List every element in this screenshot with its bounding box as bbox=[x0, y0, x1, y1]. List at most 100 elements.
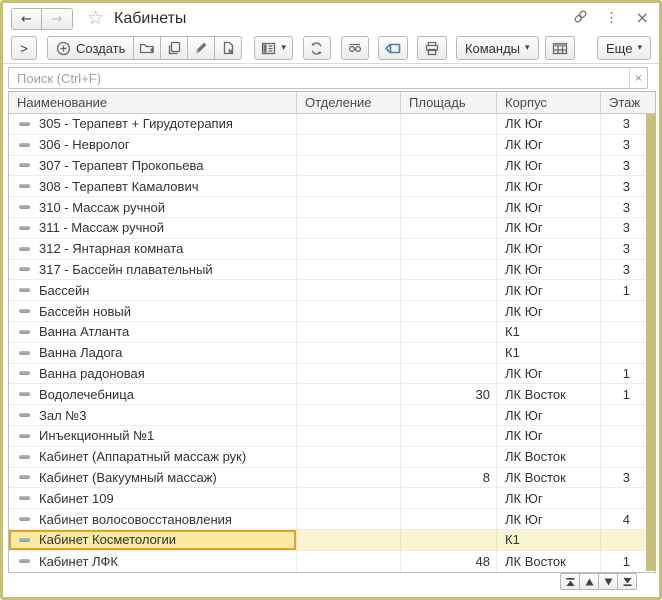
room-department bbox=[297, 218, 401, 238]
table-row[interactable]: 306 - Невролог ЛК Юг 3 bbox=[9, 135, 647, 156]
room-floor bbox=[601, 343, 647, 363]
search-field: × bbox=[8, 67, 648, 89]
list-view-mode-button[interactable]: ▾ bbox=[254, 36, 293, 60]
edit-pencil-button[interactable] bbox=[187, 36, 215, 60]
copy-button[interactable] bbox=[160, 36, 188, 60]
table-row[interactable]: 317 - Бассейн плавательный ЛК Юг 3 bbox=[9, 260, 647, 281]
room-name: Инъекционный №1 bbox=[39, 428, 154, 443]
list-item-dash-icon bbox=[19, 288, 30, 292]
table-body: 305 - Терапевт + Гирудотерапия ЛК Юг 3 3… bbox=[9, 114, 647, 572]
room-department bbox=[297, 468, 401, 488]
room-department bbox=[297, 364, 401, 384]
function-panel-toggle-button[interactable]: > bbox=[11, 36, 37, 60]
chevron-down-icon: ▾ bbox=[525, 44, 530, 53]
back-button[interactable]: ← bbox=[11, 8, 42, 30]
table-row[interactable]: Бассейн новый ЛК Юг bbox=[9, 301, 647, 322]
table-row[interactable]: Зал №3 ЛК Юг bbox=[9, 405, 647, 426]
table-row[interactable]: Кабинет (Вакуумный массаж) 8 ЛК Восток 3 bbox=[9, 468, 647, 489]
go-next-row-button[interactable] bbox=[598, 573, 618, 590]
room-department bbox=[297, 426, 401, 446]
room-floor: 3 bbox=[601, 218, 647, 238]
find-button[interactable] bbox=[341, 36, 369, 60]
list-item-dash-icon bbox=[19, 455, 30, 459]
list-item-dash-icon bbox=[19, 122, 30, 126]
table-row[interactable]: 312 - Янтарная комната ЛК Юг 3 bbox=[9, 239, 647, 260]
table-settings-button[interactable] bbox=[545, 36, 575, 60]
table-row[interactable]: Ванна радоновая ЛК Юг 1 bbox=[9, 364, 647, 385]
list-item-dash-icon bbox=[19, 413, 30, 417]
table-row[interactable]: 307 - Терапевт Прокопьева ЛК Юг 3 bbox=[9, 156, 647, 177]
room-department bbox=[297, 176, 401, 196]
commands-button[interactable]: Команды ▾ bbox=[456, 36, 539, 60]
room-department bbox=[297, 551, 401, 572]
table-row[interactable]: Ванна Атланта К1 bbox=[9, 322, 647, 343]
room-name: Бассейн bbox=[39, 283, 89, 298]
room-building: ЛК Восток bbox=[497, 551, 601, 572]
room-area bbox=[401, 280, 497, 300]
table-row[interactable]: 305 - Терапевт + Гирудотерапия ЛК Юг 3 bbox=[9, 114, 647, 135]
forward-button[interactable]: → bbox=[42, 8, 73, 30]
room-floor: 3 bbox=[601, 176, 647, 196]
room-building: ЛК Юг bbox=[497, 260, 601, 280]
table-row[interactable]: Кабинет Косметологии К1 bbox=[9, 530, 647, 551]
rooms-table: Наименование Отделение Площадь Корпус Эт… bbox=[8, 91, 656, 573]
room-building: ЛК Восток bbox=[497, 468, 601, 488]
table-row[interactable]: Кабинет ЛФК 48 ЛК Восток 1 bbox=[9, 551, 647, 572]
go-first-row-button[interactable] bbox=[560, 573, 580, 590]
room-name: 311 - Массаж ручной bbox=[39, 220, 164, 235]
favorite-star-icon[interactable]: ☆ bbox=[87, 9, 104, 28]
list-edit-group: Создать bbox=[47, 36, 242, 60]
vertical-scrollbar[interactable] bbox=[646, 114, 655, 571]
room-area bbox=[401, 218, 497, 238]
table-row[interactable]: Ванна Ладога К1 bbox=[9, 343, 647, 364]
room-area bbox=[401, 301, 497, 321]
table-row[interactable]: Кабинет 109 ЛК Юг bbox=[9, 488, 647, 509]
column-header-floor[interactable]: Этаж bbox=[601, 92, 655, 113]
column-header-area[interactable]: Площадь bbox=[401, 92, 497, 113]
close-icon[interactable]: × bbox=[636, 10, 649, 26]
chevron-down-icon: ▾ bbox=[281, 44, 286, 53]
search-clear-icon[interactable]: × bbox=[629, 68, 647, 88]
room-building: ЛК Юг bbox=[497, 218, 601, 238]
room-area bbox=[401, 509, 497, 529]
room-floor: 4 bbox=[601, 509, 647, 529]
create-button[interactable]: Создать bbox=[47, 36, 134, 60]
column-header-building[interactable]: Корпус bbox=[497, 92, 601, 113]
table-row[interactable]: Бассейн ЛК Юг 1 bbox=[9, 280, 647, 301]
column-header-name[interactable]: Наименование bbox=[9, 92, 297, 113]
set-period-toggle-button[interactable] bbox=[378, 36, 408, 60]
room-area bbox=[401, 405, 497, 425]
room-building: ЛК Юг bbox=[497, 176, 601, 196]
create-group-button[interactable] bbox=[133, 36, 161, 60]
room-floor: 3 bbox=[601, 135, 647, 155]
more-button-label: Еще bbox=[606, 41, 632, 56]
table-row[interactable]: Кабинет (Аппаратный массаж рук) ЛК Восто… bbox=[9, 447, 647, 468]
mark-deletion-button[interactable] bbox=[214, 36, 242, 60]
table-row[interactable]: 311 - Массаж ручной ЛК Юг 3 bbox=[9, 218, 647, 239]
list-item-dash-icon bbox=[19, 267, 30, 271]
list-item-dash-icon bbox=[19, 184, 30, 188]
table-row[interactable]: 310 - Массаж ручной ЛК Юг 3 bbox=[9, 197, 647, 218]
room-name: Кабинет волосовосстановления bbox=[39, 512, 232, 527]
room-area bbox=[401, 447, 497, 467]
link-icon[interactable] bbox=[573, 9, 588, 27]
table-row[interactable]: Инъекционный №1 ЛК Юг bbox=[9, 426, 647, 447]
room-department bbox=[297, 530, 401, 550]
menu-dots-icon[interactable]: ⋮ bbox=[605, 11, 619, 25]
room-area bbox=[401, 156, 497, 176]
refresh-button[interactable] bbox=[303, 36, 331, 60]
print-button[interactable] bbox=[417, 36, 447, 60]
title-bar: ← → ☆ Кабинеты ⋮ × bbox=[3, 3, 659, 33]
room-building: ЛК Юг bbox=[497, 364, 601, 384]
room-name: 317 - Бассейн плавательный bbox=[39, 262, 213, 277]
search-input[interactable] bbox=[9, 68, 629, 88]
more-button[interactable]: Еще ▾ bbox=[597, 36, 651, 60]
room-department bbox=[297, 322, 401, 342]
go-last-row-button[interactable] bbox=[617, 573, 637, 590]
table-row[interactable]: Кабинет волосовосстановления ЛК Юг 4 bbox=[9, 509, 647, 530]
table-row[interactable]: 308 - Терапевт Камалович ЛК Юг 3 bbox=[9, 176, 647, 197]
room-name: Ванна Атланта bbox=[39, 324, 129, 339]
column-header-department[interactable]: Отделение bbox=[297, 92, 401, 113]
go-previous-row-button[interactable] bbox=[579, 573, 599, 590]
table-row[interactable]: Водолечебница 30 ЛК Восток 1 bbox=[9, 384, 647, 405]
